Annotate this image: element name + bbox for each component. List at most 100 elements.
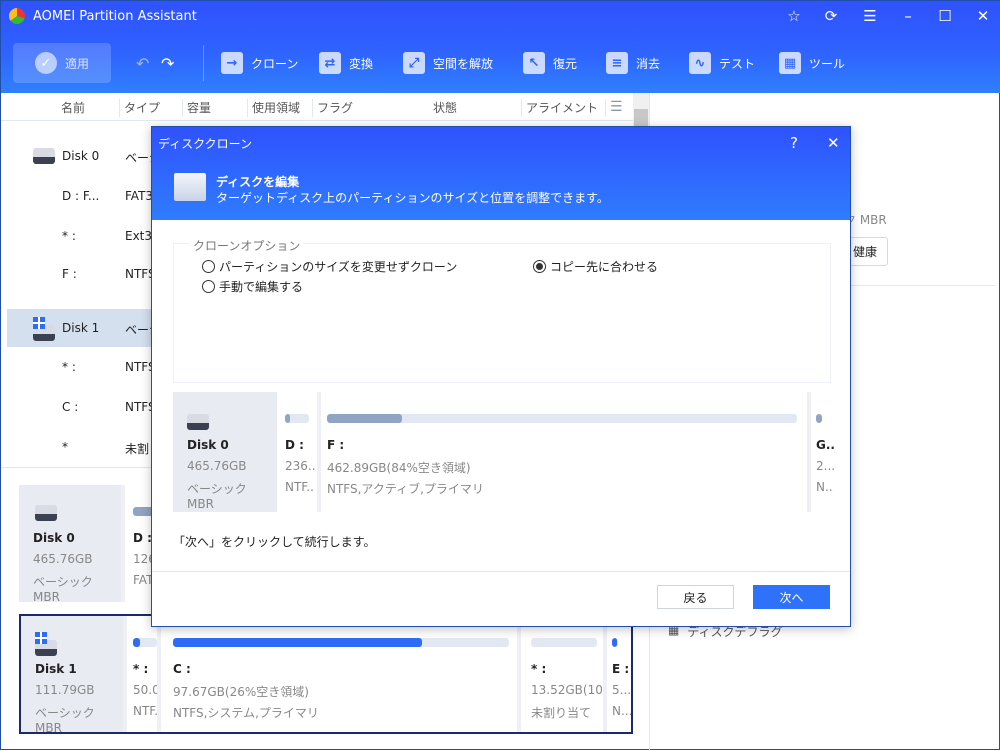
row-type: Ext3 — [125, 229, 153, 243]
row-name: * — [62, 440, 68, 454]
star-icon[interactable]: ☆ — [782, 7, 806, 25]
disk-type: ベーシック MBR — [35, 706, 95, 735]
row-name: C : — [62, 400, 79, 414]
help-icon[interactable]: ? — [790, 134, 798, 152]
partition-size: 97.67GB(26%空き領域) — [173, 685, 309, 699]
partition-fs: NTF... — [285, 480, 315, 494]
label: ツール — [809, 56, 846, 71]
footer-divider — [152, 571, 850, 572]
wipe-icon: ≡ — [606, 52, 628, 74]
column-status[interactable]: 状態 — [429, 99, 457, 117]
app-title: AOMEI Partition Assistant — [33, 9, 197, 24]
minimize-button[interactable]: – — [896, 7, 920, 25]
radio-icon — [202, 260, 215, 273]
row-name: * : — [62, 360, 76, 374]
maximize-button[interactable]: ☐ — [933, 7, 957, 25]
group-label: クローンオプション — [190, 237, 304, 254]
dialog-subheading: ターゲットディスク上のパーティションのサイズと位置を調整できます。 — [216, 191, 609, 205]
disk-type: ベーシック MBR — [33, 575, 93, 604]
dialog-close-button[interactable]: ✕ — [827, 134, 840, 152]
back-button[interactable]: 戻る — [657, 585, 734, 609]
disk-info: Disk 0 465.76GB ベーシック MBR — [173, 392, 277, 512]
row-type: FAT3 — [125, 189, 154, 203]
disk-size: 465.76GB — [33, 552, 93, 566]
label: テスト — [719, 56, 756, 71]
row-name: F : — [62, 267, 77, 281]
partition-block-c[interactable]: C : 97.67GB(26%空き領域) NTFS,システム,プライマリ — [157, 616, 517, 732]
disk-name: Disk 0 — [187, 438, 229, 452]
option-label: コピー先に合わせる — [550, 260, 659, 274]
toolbar-test[interactable]: ∿ テスト — [689, 45, 755, 81]
usage-bar — [173, 638, 509, 647]
next-button[interactable]: 次へ — [753, 585, 830, 609]
label: 復元 — [553, 56, 578, 71]
close-button[interactable]: ✕ — [971, 7, 995, 25]
column-settings-icon[interactable]: ☰ — [605, 99, 623, 117]
usage-bar — [285, 414, 309, 423]
partition-block-f[interactable]: F : 462.89GB(84%空き領域) NTFS,アクティブ,プライマリ — [317, 392, 807, 512]
column-alignment[interactable]: アライメント — [521, 99, 598, 117]
redo-icon[interactable]: ↷ — [161, 45, 174, 81]
toolbar-convert[interactable]: ⇄ 変換 — [319, 45, 373, 81]
column-flag[interactable]: フラグ — [312, 99, 353, 117]
usage-bar — [531, 638, 597, 647]
radio-fit-target[interactable]: コピー先に合わせる — [533, 258, 658, 275]
menu-icon[interactable]: ☰ — [858, 7, 882, 25]
disk1-card[interactable]: Disk 1 111.79GB ベーシック MBR * : 50.0... NTF...… — [19, 614, 633, 735]
label: 空間を解放 — [433, 56, 494, 71]
refresh-icon[interactable]: ⟳ — [819, 7, 843, 25]
radio-icon — [202, 280, 215, 293]
partition-fs: N... — [816, 480, 834, 494]
undo-icon[interactable]: ↶ — [136, 45, 149, 81]
label: 消去 — [636, 56, 661, 71]
toolbar-divider — [203, 45, 204, 81]
toolbar-free-space[interactable]: ⤢ 空間を解放 — [403, 45, 493, 81]
partition-fs: NTF... — [133, 704, 159, 718]
dialog-heading: ディスクを編集 — [216, 175, 300, 189]
windows-icon — [35, 632, 47, 644]
partition-label: E : — [612, 662, 630, 676]
row-name: D : F... — [62, 189, 100, 203]
convert-icon: ⇄ — [319, 52, 341, 74]
apply-label: 適用 — [64, 56, 89, 71]
radio-no-resize[interactable]: パーティションのサイズを変更せずクローン — [202, 258, 457, 275]
disk-icon — [35, 505, 57, 521]
disk-size: 111.79GB — [35, 683, 95, 697]
disk-size: 465.76GB — [187, 459, 247, 473]
toolbar-wipe[interactable]: ≡ 消去 — [606, 45, 660, 81]
next-label: 次へ — [779, 590, 804, 605]
partition-block[interactable]: D : 236.... NTF... — [277, 392, 317, 512]
column-used[interactable]: 使用領域 — [247, 99, 300, 117]
toolbar-clone[interactable]: → クローン — [221, 45, 298, 81]
column-name[interactable]: 名前 — [57, 99, 85, 117]
back-label: 戻る — [683, 590, 708, 605]
disk-edit-icon — [174, 173, 206, 201]
toolbar-tools[interactable]: ▦ ツール — [779, 45, 845, 81]
hint-text: 「次へ」をクリックして続行します。 — [173, 535, 376, 549]
partition-block[interactable]: E : 5... N... — [603, 616, 632, 732]
row-name: * : — [62, 229, 76, 243]
partition-block[interactable]: * : 13.52GB(100... 未割り当て — [517, 616, 603, 732]
usage-bar — [133, 638, 157, 647]
clone-icon: → — [221, 52, 243, 74]
partition-label: F : — [327, 438, 345, 452]
toolbar-recover[interactable]: ↖ 復元 — [523, 45, 577, 81]
partition-size: 5... — [612, 683, 632, 697]
tools-icon: ▦ — [779, 52, 801, 74]
usage-bar — [327, 414, 797, 423]
option-label: 手動で編集する — [219, 280, 304, 294]
partition-block[interactable]: * : 50.0... NTF... — [123, 616, 159, 732]
radio-manual-edit[interactable]: 手動で編集する — [202, 278, 303, 295]
column-type[interactable]: タイプ — [119, 99, 160, 117]
column-capacity[interactable]: 容量 — [182, 99, 211, 117]
row-name: Disk 0 — [62, 149, 100, 163]
free-space-icon: ⤢ — [403, 52, 425, 74]
partition-block[interactable]: G... 2... N... — [807, 392, 834, 512]
disk-name: Disk 1 — [35, 662, 77, 676]
disk-type: ベーシック MBR — [187, 482, 247, 511]
partition-label: * : — [133, 662, 149, 676]
partition-fs: NTFS,アクティブ,プライマリ — [327, 482, 484, 496]
apply-button[interactable]: ✓ 適用 — [13, 43, 111, 83]
disk-info: Disk 0 465.76GB ベーシック MBR — [19, 485, 121, 604]
recover-icon: ↖ — [523, 52, 545, 74]
